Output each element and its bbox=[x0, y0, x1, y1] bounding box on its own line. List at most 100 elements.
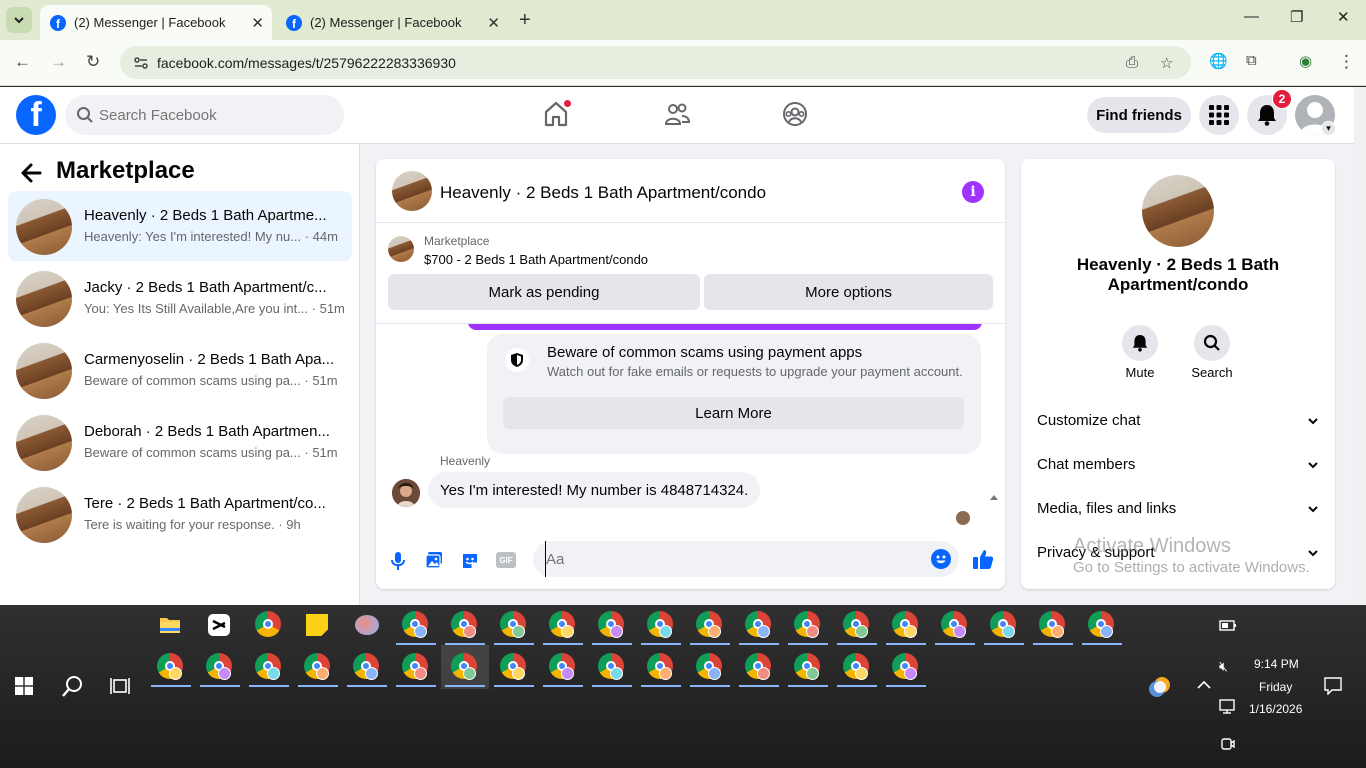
task-view-icon[interactable] bbox=[110, 677, 130, 695]
emoji-icon[interactable] bbox=[931, 549, 951, 569]
chat-scrollbar[interactable] bbox=[989, 494, 999, 529]
menu-button[interactable] bbox=[1199, 95, 1239, 135]
media-files-links-section[interactable]: Media, files and links bbox=[1037, 500, 1319, 528]
info-listing-thumbnail[interactable] bbox=[1142, 175, 1214, 247]
close-window-icon[interactable]: ✕ bbox=[1337, 8, 1350, 26]
listing-price-title[interactable]: $700 - 2 Beds 1 Bath Apartment/condo bbox=[424, 252, 648, 267]
battery-icon[interactable] bbox=[1219, 619, 1237, 633]
chrome-profile-taskbar-button[interactable] bbox=[296, 647, 340, 687]
capcut-icon[interactable] bbox=[208, 614, 230, 636]
incoming-message-bubble[interactable]: Yes I'm interested! My number is 4848714… bbox=[428, 472, 761, 508]
chrome-profile-taskbar-button[interactable] bbox=[394, 605, 438, 645]
weather-icon[interactable] bbox=[1148, 675, 1172, 699]
chrome-profile-taskbar-button[interactable] bbox=[786, 605, 830, 645]
microphone-icon[interactable] bbox=[391, 551, 405, 571]
more-options-button[interactable]: More options bbox=[704, 274, 993, 310]
chrome-profile-taskbar-button[interactable] bbox=[149, 647, 193, 687]
bookmark-star-icon[interactable]: ☆ bbox=[1160, 54, 1173, 72]
chrome-profile-taskbar-button[interactable] bbox=[541, 647, 585, 687]
chat-title[interactable]: Heavenly · 2 Beds 1 Bath Apartment/condo bbox=[440, 183, 766, 203]
minimize-icon[interactable]: — bbox=[1244, 8, 1259, 25]
chrome-profile-taskbar-button[interactable] bbox=[590, 605, 634, 645]
conversation-item[interactable]: Tere · 2 Beds 1 Bath Apartment/co... Ter… bbox=[8, 479, 352, 549]
find-friends-button[interactable]: Find friends bbox=[1087, 97, 1191, 133]
browser-tab-2[interactable]: f (2) Messenger | Facebook ✕ bbox=[276, 5, 508, 40]
chrome-profile-taskbar-button[interactable] bbox=[394, 647, 438, 687]
back-arrow-icon[interactable] bbox=[20, 162, 44, 184]
chrome-profile-taskbar-button[interactable] bbox=[1031, 605, 1075, 645]
tab-search-dropdown[interactable] bbox=[6, 7, 32, 33]
learn-more-button[interactable]: Learn More bbox=[503, 397, 964, 429]
conversation-item[interactable]: Deborah · 2 Beds 1 Bath Apartmen... Bewa… bbox=[8, 407, 352, 477]
meet-now-icon[interactable] bbox=[1221, 737, 1235, 751]
menu-dots-icon[interactable]: ⋮ bbox=[1338, 52, 1355, 72]
forward-icon[interactable]: → bbox=[50, 52, 67, 72]
gif-icon[interactable]: GIF bbox=[496, 552, 516, 568]
extensions-icon[interactable]: ⧉ bbox=[1246, 52, 1257, 69]
chrome-profile-taskbar-button[interactable] bbox=[835, 647, 879, 687]
speaker-muted-icon[interactable]: 🔇︎ bbox=[1219, 658, 1228, 675]
sticker-icon[interactable] bbox=[460, 551, 480, 571]
notifications-center-icon[interactable] bbox=[1324, 677, 1342, 695]
clock-day[interactable]: Friday bbox=[1259, 680, 1292, 694]
message-input-wrapper[interactable] bbox=[533, 541, 959, 577]
conversation-item[interactable]: Jacky · 2 Beds 1 Bath Apartment/c... You… bbox=[8, 263, 352, 333]
page-scrollbar[interactable] bbox=[1354, 87, 1366, 605]
search-input[interactable] bbox=[99, 95, 329, 135]
close-tab-icon[interactable]: ✕ bbox=[487, 14, 500, 32]
image-icon[interactable] bbox=[425, 551, 443, 569]
account-chevron-down-icon[interactable]: ▾ bbox=[1321, 121, 1336, 136]
message-input[interactable] bbox=[545, 541, 915, 577]
chrome-profile-taskbar-button[interactable] bbox=[247, 647, 291, 687]
facebook-search[interactable] bbox=[65, 95, 344, 135]
chrome-profile-taskbar-button[interactable] bbox=[590, 647, 634, 687]
profile-icon[interactable]: ◉ bbox=[1299, 52, 1312, 70]
chrome-profile-taskbar-button[interactable] bbox=[1080, 605, 1124, 645]
chrome-profile-taskbar-button[interactable] bbox=[198, 647, 242, 687]
search-in-chat-button[interactable] bbox=[1194, 325, 1230, 361]
chrome-profile-taskbar-button[interactable] bbox=[639, 647, 683, 687]
chrome-profile-taskbar-button[interactable] bbox=[492, 605, 536, 645]
chat-listing-thumbnail[interactable] bbox=[392, 171, 432, 211]
file-explorer-icon[interactable] bbox=[159, 615, 181, 635]
chat-members-section[interactable]: Chat members bbox=[1037, 456, 1319, 484]
chrome-profile-taskbar-button[interactable] bbox=[982, 605, 1026, 645]
conversation-item[interactable]: Carmenyoselin · 2 Beds 1 Bath Apa... Bew… bbox=[8, 335, 352, 405]
browser-tab-1[interactable]: f (2) Messenger | Facebook ✕ bbox=[40, 5, 272, 40]
chrome-profile-taskbar-button[interactable] bbox=[737, 605, 781, 645]
chrome-profile-taskbar-button[interactable] bbox=[541, 605, 585, 645]
taskbar-search-icon[interactable] bbox=[62, 675, 84, 697]
chrome-profile-taskbar-button[interactable] bbox=[688, 605, 732, 645]
install-app-icon[interactable]: ⎙ bbox=[1126, 54, 1138, 71]
chrome-profile-taskbar-button[interactable] bbox=[688, 647, 732, 687]
chrome-profile-taskbar-button[interactable] bbox=[835, 605, 879, 645]
groups-icon[interactable] bbox=[782, 100, 808, 128]
chrome-profile-taskbar-button[interactable] bbox=[639, 605, 683, 645]
site-settings-icon[interactable] bbox=[133, 55, 149, 71]
info-icon[interactable]: i bbox=[962, 181, 984, 203]
conversation-item[interactable]: Heavenly · 2 Beds 1 Bath Apartme... Heav… bbox=[8, 191, 352, 261]
mark-as-pending-button[interactable]: Mark as pending bbox=[388, 274, 700, 310]
back-icon[interactable]: ← bbox=[14, 52, 31, 72]
paint-icon[interactable] bbox=[355, 615, 379, 635]
chrome-profile-taskbar-button[interactable] bbox=[492, 647, 536, 687]
sender-avatar[interactable] bbox=[392, 479, 420, 507]
url-text[interactable]: facebook.com/messages/t/2579622228333693… bbox=[157, 55, 456, 71]
chrome-profile-taskbar-button[interactable] bbox=[737, 647, 781, 687]
close-tab-icon[interactable]: ✕ bbox=[251, 14, 264, 32]
chrome-profile-taskbar-button[interactable] bbox=[443, 605, 487, 645]
chrome-taskbar-button[interactable] bbox=[247, 605, 291, 645]
chrome-profile-taskbar-button[interactable] bbox=[884, 647, 928, 687]
maximize-icon[interactable]: ❐ bbox=[1290, 8, 1303, 26]
network-icon[interactable] bbox=[1219, 699, 1237, 715]
omnibox[interactable]: facebook.com/messages/t/2579622228333693… bbox=[120, 46, 1191, 79]
chrome-profile-taskbar-button[interactable] bbox=[345, 647, 389, 687]
thumbs-up-icon[interactable] bbox=[972, 548, 994, 570]
chrome-profile-taskbar-button[interactable] bbox=[443, 647, 487, 687]
windows-start-icon[interactable] bbox=[15, 677, 33, 695]
chrome-profile-taskbar-button[interactable] bbox=[884, 605, 928, 645]
new-tab-icon[interactable]: + bbox=[519, 9, 531, 32]
mute-button[interactable] bbox=[1122, 325, 1158, 361]
chevron-up-icon[interactable] bbox=[1197, 680, 1211, 690]
friends-icon[interactable] bbox=[663, 100, 691, 128]
